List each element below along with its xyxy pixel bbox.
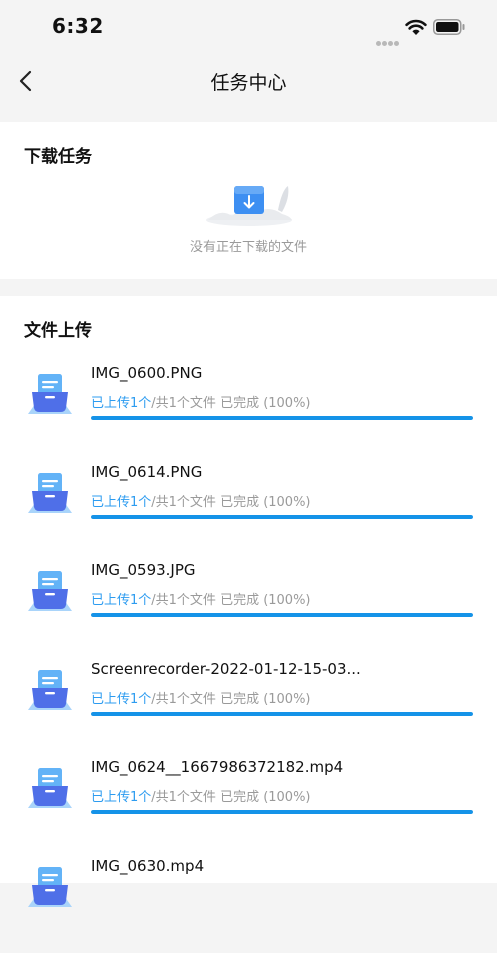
progress-fill (91, 613, 473, 618)
upload-file-icon (28, 669, 72, 710)
file-name: IMG_0593.JPG (91, 561, 196, 580)
upload-list-item[interactable]: IMG_0614.PNG 已上传1个/共1个文件 已完成 (100%) (0, 461, 497, 559)
file-name: Screenrecorder-2022-01-12-15-03... (91, 659, 361, 678)
upload-progress-text: 已上传1个/共1个文件 已完成 (100%) (91, 688, 311, 707)
upload-progress-text: 已上传1个/共1个文件 已完成 (100%) (91, 392, 311, 411)
upload-status: /共1个文件 已完成 (100%) (151, 593, 311, 609)
status-time: 6:32 (52, 14, 104, 38)
upload-section-title: 文件上传 (24, 321, 92, 341)
download-box-icon (206, 186, 292, 226)
upload-list-item[interactable]: IMG_0600.PNG 已上传1个/共1个文件 已完成 (100%) (0, 362, 497, 460)
progress-bar (91, 416, 473, 420)
battery-icon (433, 19, 465, 35)
file-name: IMG_0630.mp4 (91, 857, 205, 875)
nav-bar: 任务中心 (0, 56, 497, 106)
upload-file-icon (28, 374, 72, 414)
status-bar: 6:32 (0, 0, 497, 56)
upload-progress-text: 已上传1个/共1个文件 已完成 (100%) (91, 786, 311, 805)
upload-status: /共1个文件 已完成 (100%) (151, 790, 311, 806)
progress-fill (91, 514, 473, 519)
progress-fill (91, 810, 473, 815)
upload-file-icon (28, 472, 72, 513)
progress-bar (91, 810, 473, 815)
upload-progress-text: 已上传1个/共1个文件 已完成 (100%) (91, 491, 311, 510)
upload-status: /共1个文件 已完成 (100%) (151, 691, 311, 707)
upload-progress-text: 已上传1个/共1个文件 已完成 (100%) (91, 589, 311, 608)
file-name: IMG_0614.PNG (91, 462, 203, 481)
upload-list-item[interactable]: IMG_0593.JPG 已上传1个/共1个文件 已完成 (100%) (0, 559, 497, 657)
upload-list-item[interactable]: Screenrecorder-2022-01-12-15-03... 已上传1个… (0, 658, 497, 756)
upload-status: /共1个文件 已完成 (100%) (151, 396, 311, 411)
uploaded-count: 已上传1个 (91, 593, 152, 609)
empty-download-text: 没有正在下载的文件 (189, 240, 307, 255)
progress-fill (91, 711, 473, 716)
uploaded-count: 已上传1个 (91, 396, 152, 411)
progress-bar (91, 613, 473, 618)
wifi-icon (405, 19, 427, 35)
upload-file-icon (28, 571, 72, 612)
upload-list-item[interactable]: IMG_0630.mp4 (0, 855, 497, 953)
progress-bar (91, 514, 473, 519)
uploaded-count: 已上传1个 (91, 494, 152, 510)
uploaded-count: 已上传1个 (91, 790, 152, 806)
file-name: IMG_0624__1667986372182.mp4 (91, 758, 344, 777)
cellular-signal-icon (376, 31, 400, 50)
upload-file-icon (28, 867, 72, 907)
uploaded-count: 已上传1个 (91, 691, 152, 707)
download-tasks-card: 下载任务 没有正在下载的文件 (0, 122, 497, 279)
upload-list-item[interactable]: IMG_0624__1667986372182.mp4 已上传1个/共1个文件 … (0, 756, 497, 854)
progress-bar (91, 711, 473, 716)
upload-file-icon (28, 768, 72, 809)
download-section-title: 下载任务 (24, 147, 92, 167)
progress-fill (91, 416, 473, 420)
file-name: IMG_0600.PNG (91, 364, 203, 382)
upload-status: /共1个文件 已完成 (100%) (151, 494, 311, 510)
page-title: 任务中心 (210, 72, 287, 94)
